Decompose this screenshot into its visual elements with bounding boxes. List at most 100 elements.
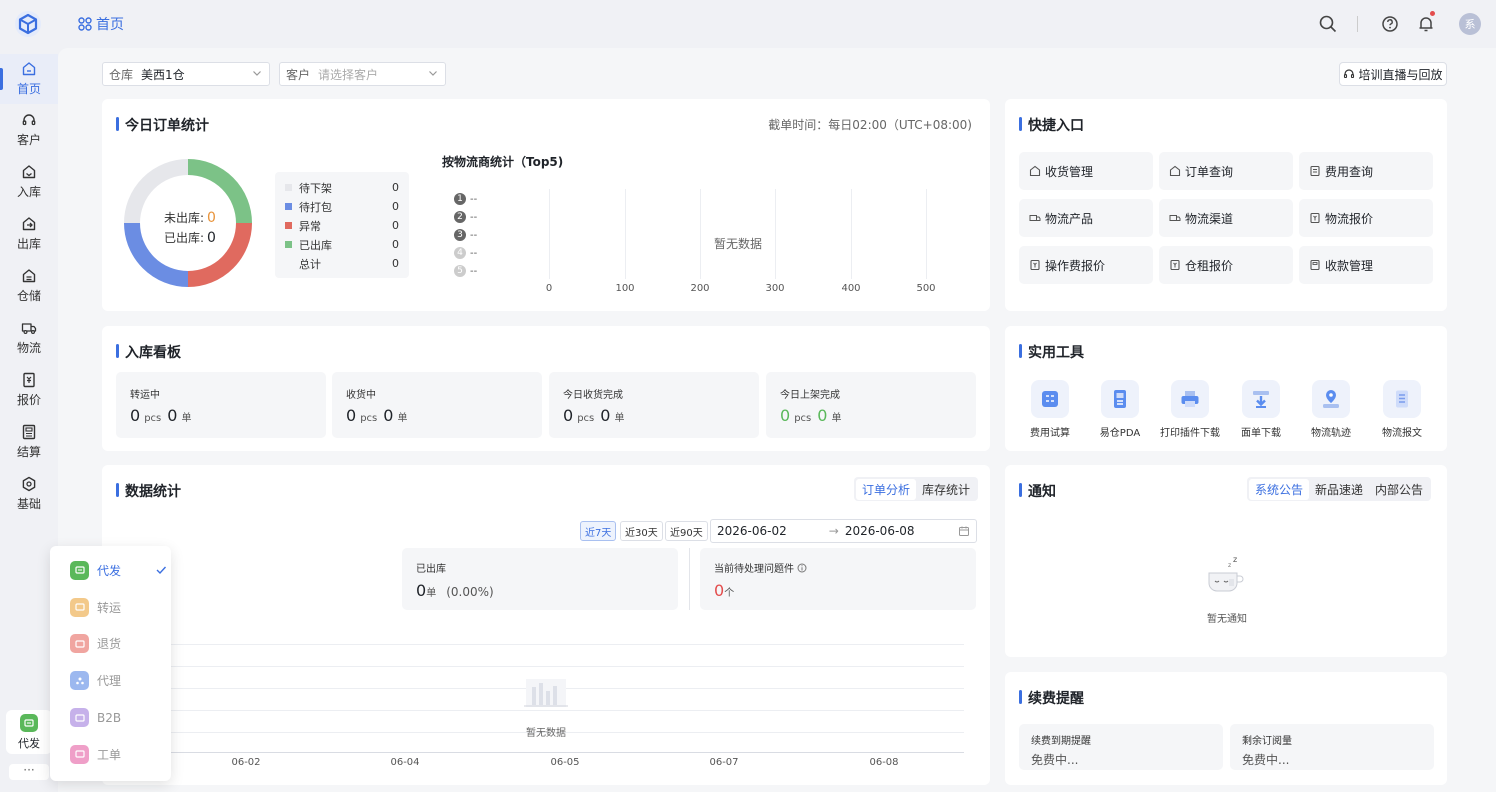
dropship-icon — [20, 713, 38, 732]
data-stats-card: 数据统计 订单分析 库存统计 近7天 近30天 近90天 2026-06-02 … — [102, 465, 990, 785]
sidebar-item-basic[interactable]: 基础 — [0, 469, 58, 519]
sidebar-item-settlement[interactable]: 结算 — [0, 417, 58, 467]
sidebar-item-label: 仓储 — [16, 289, 41, 303]
avatar[interactable]: 系 — [1459, 13, 1481, 35]
page-tab-home[interactable]: 首页 — [78, 14, 124, 34]
quote-icon — [23, 372, 35, 388]
stat-pcs: 0 — [346, 406, 357, 425]
stat-label: 已出库 — [416, 564, 446, 575]
quick-logistics-channel[interactable]: 物流渠道 — [1159, 199, 1293, 237]
search-icon[interactable] — [1318, 14, 1338, 34]
tool-label: 物流报文 — [1382, 428, 1422, 439]
calculator-icon — [1042, 391, 1058, 407]
stat-label: 当前待处理问题件 — [714, 564, 794, 575]
truck-icon — [1029, 215, 1041, 221]
quick-payment-management[interactable]: 收款管理 — [1299, 246, 1433, 284]
tool-logistics-message[interactable]: 物流报文 — [1367, 380, 1437, 439]
quick-logistics-quote[interactable]: 物流报价 — [1299, 199, 1433, 237]
renewal-value: 免费中... — [1242, 753, 1290, 767]
business-item-agent[interactable]: 代理 — [50, 662, 171, 699]
card-title: 快捷入口 — [1019, 115, 1084, 135]
quick-fee-query[interactable]: 费用查询 — [1299, 152, 1433, 190]
tool-tracking[interactable]: 物流轨迹 — [1296, 380, 1366, 439]
quick-order-query[interactable]: 订单查询 — [1159, 152, 1293, 190]
sidebar-item-inbound[interactable]: 入库 — [0, 157, 58, 207]
business-switcher[interactable]: 代发 — [6, 710, 52, 754]
business-item-return[interactable]: 退货 — [50, 626, 171, 663]
tool-pda[interactable]: 易仓PDA — [1085, 380, 1155, 439]
legend-row: 待打包 0 — [285, 197, 399, 216]
quote-icon — [1170, 259, 1180, 271]
business-item-dropship[interactable]: 代发 — [50, 552, 171, 589]
sidebar-item-quote[interactable]: 报价 — [0, 365, 58, 415]
card-title: 数据统计 — [116, 481, 181, 501]
carrier-no-data: 暂无数据 — [714, 237, 763, 251]
customer-select[interactable]: 客户 请选择客户 — [279, 62, 446, 86]
transfer-icon — [70, 597, 89, 617]
agent-icon — [70, 671, 89, 691]
stat-unit: 单 — [831, 413, 842, 424]
donut-center: 未出库: 0 已出库: 0 — [164, 208, 216, 248]
quick-label: 仓租报价 — [1185, 258, 1234, 273]
x-axis-line — [162, 752, 964, 753]
check-icon — [156, 566, 167, 575]
training-button[interactable]: 培训直播与回放 — [1339, 62, 1447, 86]
x-tick: 100 — [615, 283, 635, 294]
sidebar-item-logistics[interactable]: 物流 — [0, 313, 58, 363]
business-item-b2b[interactable]: B2B — [50, 699, 171, 736]
stat-label: 转运中 — [130, 390, 160, 401]
warehouse-select[interactable]: 仓库 美西1仓 — [102, 62, 270, 86]
logo-icon[interactable] — [14, 10, 42, 38]
date-end: 2026-06-08 — [844, 524, 915, 538]
date-start: 2026-06-02 — [717, 524, 787, 538]
x-tick: 200 — [690, 283, 710, 294]
quick-rent-quote[interactable]: 仓租报价 — [1159, 246, 1293, 284]
today-order-card: 今日订单统计 截单时间：每日02:00（UTC+08:00) 未出库: 0 已出库… — [102, 99, 990, 311]
rank-row: 4 -- — [454, 247, 477, 259]
range-90d-button[interactable]: 近90天 — [665, 521, 708, 541]
tab-system-notice[interactable]: 系统公告 — [1249, 478, 1310, 500]
card-title: 实用工具 — [1019, 342, 1084, 362]
inbound-stat-receiving[interactable]: 收货中 0 pcs 0 单 — [332, 372, 542, 438]
quick-receiving[interactable]: 收货管理 — [1019, 152, 1153, 190]
renewal-remaining[interactable]: 剩余订阅量 免费中... — [1230, 724, 1434, 770]
sidebar-item-home[interactable]: 首页 — [0, 54, 58, 104]
svg-text:z: z — [1233, 555, 1237, 564]
bell-icon[interactable] — [1416, 14, 1436, 34]
tab-new-products[interactable]: 新品速递 — [1309, 479, 1369, 500]
range-30d-button[interactable]: 近30天 — [620, 521, 663, 541]
renewal-expiry[interactable]: 续费到期提醒 免费中... — [1019, 724, 1223, 770]
tool-print-plugin[interactable]: 打印插件下载 — [1155, 380, 1225, 439]
tab-internal-notice[interactable]: 内部公告 — [1369, 479, 1429, 500]
inbound-board-card: 入库看板 转运中 0 pcs 0 单 收货中 0 pcs 0 单 今日收货完成 0 pcs 0 单… — [102, 326, 990, 451]
tool-label-download[interactable]: 面单下载 — [1226, 380, 1296, 439]
business-item-label: B2B — [97, 710, 122, 725]
divider — [1357, 16, 1358, 32]
inbound-stat-received-today[interactable]: 今日收货完成 0 pcs 0 单 — [549, 372, 759, 438]
quick-logistics-product[interactable]: 物流产品 — [1019, 199, 1153, 237]
x-tick: 300 — [765, 283, 785, 294]
quick-operation-fee-quote[interactable]: 操作费报价 — [1019, 246, 1153, 284]
info-icon[interactable] — [797, 563, 807, 573]
svg-text:z: z — [1228, 562, 1231, 569]
issues-stat[interactable]: 当前待处理问题件 0个 — [700, 548, 976, 610]
inbound-stat-shelved-today[interactable]: 今日上架完成 0 pcs 0 单 — [766, 372, 976, 438]
inbound-stat-transit[interactable]: 转运中 0 pcs 0 单 — [116, 372, 326, 438]
more-button[interactable]: ··· — [9, 764, 49, 780]
tab-inventory-stats[interactable]: 库存统计 — [916, 479, 976, 500]
date-range-picker[interactable]: 2026-06-02 → 2026-06-08 — [710, 519, 977, 543]
business-item-ticket[interactable]: 工单 — [50, 736, 171, 773]
outbound-icon — [22, 217, 36, 231]
help-icon[interactable] — [1380, 14, 1400, 34]
rank-badge: 4 — [454, 247, 466, 259]
sidebar-item-customer[interactable]: 客户 — [0, 105, 58, 155]
shipped-stat[interactable]: 已出库 0单 (0.00%) — [402, 548, 678, 610]
stat-label: 今日上架完成 — [780, 390, 840, 401]
business-item-transfer[interactable]: 转运 — [50, 589, 171, 626]
tool-fee-calculator[interactable]: 费用试算 — [1015, 380, 1085, 439]
range-7d-button[interactable]: 近7天 — [580, 521, 617, 541]
sidebar-item-warehouse[interactable]: 仓储 — [0, 261, 58, 311]
tab-order-analysis[interactable]: 订单分析 — [856, 478, 917, 500]
sidebar-item-outbound[interactable]: 出库 — [0, 209, 58, 259]
legend-row: 已出库 0 — [285, 235, 399, 254]
